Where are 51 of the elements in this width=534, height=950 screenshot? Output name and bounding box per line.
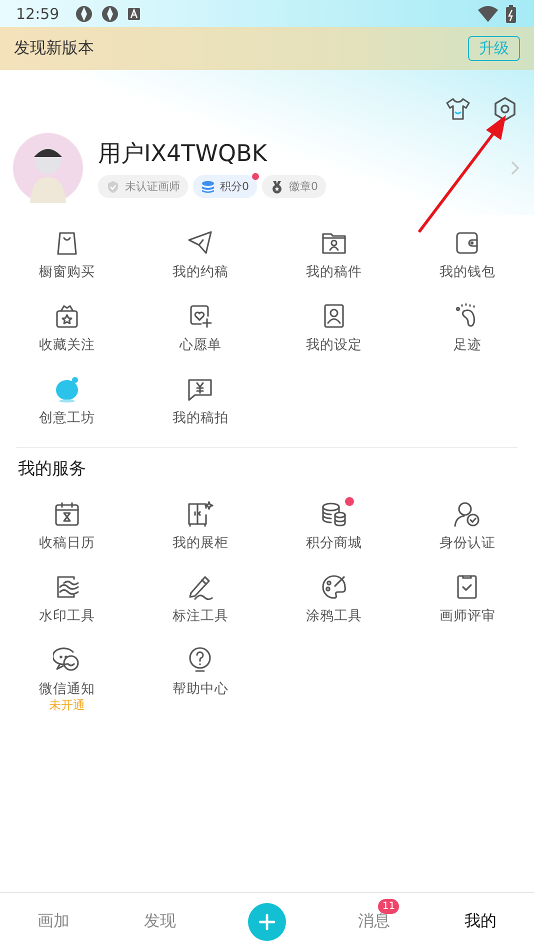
menu-item[interactable]: 微信通知 — [38, 680, 95, 698]
pencil-icon — [186, 573, 214, 601]
notification-icon — [75, 4, 94, 22]
paper-plane-icon — [186, 229, 214, 257]
menu-item[interactable]: 积分商城 — [306, 534, 362, 552]
menu-item[interactable]: 我的稿件 — [306, 263, 362, 281]
chat-bubbles-icon — [52, 646, 81, 674]
nav-tab[interactable]: 消息 — [358, 911, 390, 932]
username: 用户IX4TWQBK — [98, 140, 268, 169]
avatar[interactable] — [13, 133, 83, 203]
calendar-hourglass-icon — [52, 500, 81, 528]
coin-stack-icon — [201, 180, 215, 194]
menu-item[interactable]: 收稿日历 — [38, 534, 95, 552]
notification-icon — [101, 4, 120, 22]
menu-item[interactable]: 我的约稿 — [172, 263, 228, 281]
plus-icon — [258, 912, 276, 930]
menu-item[interactable]: 帮助中心 — [172, 680, 228, 698]
nav-tab[interactable]: 我的 — [464, 911, 497, 932]
menu-item[interactable]: 创意工坊 — [38, 409, 95, 427]
menu-item[interactable]: 心愿单 — [179, 336, 222, 354]
menu-item[interactable]: 水印工具 — [38, 607, 95, 625]
settings-icon[interactable] — [492, 96, 518, 122]
section-title: 我的服务 — [17, 458, 87, 480]
menu-item[interactable]: 画师评审 — [439, 607, 496, 625]
shield-check-icon — [106, 180, 120, 194]
nav-tab[interactable]: 画加 — [37, 911, 70, 932]
menu-item[interactable]: 我的钱包 — [439, 263, 496, 281]
menu-item[interactable]: 身份认证 — [439, 534, 496, 552]
cabinet-icon — [186, 500, 214, 528]
menu-item[interactable]: 足迹 — [453, 336, 482, 354]
person-check-icon — [453, 500, 482, 528]
menu-item[interactable]: 收藏关注 — [38, 336, 95, 354]
status-note: 未开通 — [48, 698, 85, 713]
menu-item[interactable]: 标注工具 — [172, 607, 228, 625]
palette-icon — [320, 573, 348, 601]
menu-item[interactable]: 我的设定 — [306, 336, 362, 354]
coin-stack-icon — [320, 500, 348, 528]
wifi-icon — [478, 6, 498, 22]
banner-text: 发现新版本 — [14, 38, 94, 59]
menu-item[interactable]: 我的展柜 — [172, 534, 228, 552]
keyboard-icon — [127, 6, 142, 20]
menu-item[interactable]: 涂鸦工具 — [306, 607, 362, 625]
tag-chip[interactable]: 积分0 — [193, 175, 257, 198]
menu-item[interactable]: 我的稿拍 — [172, 409, 228, 427]
shirt-icon[interactable] — [444, 95, 472, 123]
status-time: 12:59 — [16, 4, 60, 22]
medal-icon — [270, 180, 284, 194]
unread-badge: 11 — [378, 899, 400, 914]
menu-item[interactable]: 橱窗购买 — [38, 263, 95, 281]
nav-tab[interactable]: 发现 — [144, 911, 176, 932]
battery-icon — [506, 4, 516, 22]
